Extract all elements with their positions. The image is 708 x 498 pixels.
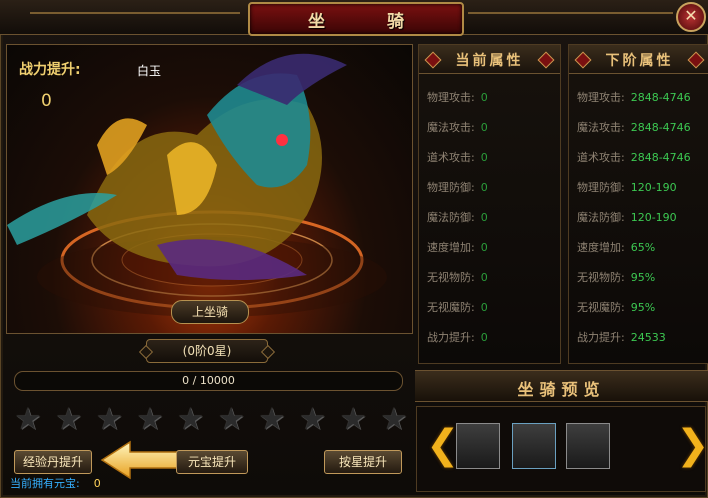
ride-mount-button[interactable]: 上坐骑 <box>171 300 249 324</box>
attribute-name: 魔法攻击: <box>577 121 625 134</box>
attribute-name: 物理防御: <box>427 181 475 194</box>
attribute-row: 物理防御: 120-190 <box>577 179 677 195</box>
attribute-row: 速度增加: 0 <box>427 239 488 255</box>
mount-thumbnail[interactable] <box>566 423 610 469</box>
attribute-row: 无视物防: 95% <box>577 269 655 285</box>
attribute-value: 0 <box>480 271 488 284</box>
attribute-value: 0 <box>480 211 488 224</box>
ingot-balance: 当前拥有元宝: 0 <box>10 475 101 491</box>
mount-thumbnail[interactable] <box>456 423 500 469</box>
attribute-value: 2848-4746 <box>630 151 691 164</box>
preview-next-arrow-icon[interactable]: ❯ <box>676 425 708 469</box>
mount-name: 白玉 <box>137 64 162 78</box>
attribute-name: 物理攻击: <box>427 91 475 104</box>
attribute-name: 无视物防: <box>427 271 475 284</box>
ingot-balance-value: 0 <box>93 477 101 490</box>
attribute-row: 魔法攻击: 0 <box>427 119 488 135</box>
window-title-plate: 坐 骑 <box>248 2 464 36</box>
attribute-row: 道术攻击: 0 <box>427 149 488 165</box>
attribute-row: 物理攻击: 2848-4746 <box>577 89 691 105</box>
attribute-name: 魔法防御: <box>577 211 625 224</box>
attribute-name: 无视魔防: <box>427 301 475 314</box>
attribute-value: 95% <box>630 301 656 314</box>
preview-prev-arrow-icon[interactable]: ❮ <box>426 425 460 469</box>
attribute-row: 无视魔防: 95% <box>577 299 655 315</box>
attribute-value: 2848-4746 <box>630 91 691 104</box>
attribute-name: 魔法攻击: <box>427 121 475 134</box>
star-icon: ★ <box>217 402 245 437</box>
attribute-value: 120-190 <box>630 211 677 224</box>
attribute-name: 无视物防: <box>577 271 625 284</box>
attribute-row: 道术攻击: 2848-4746 <box>577 149 691 165</box>
power-label: 战力提升: <box>19 62 81 78</box>
star-icon: ★ <box>380 402 408 437</box>
attribute-value: 0 <box>480 181 488 194</box>
star-icon: ★ <box>299 402 327 437</box>
mount-window: 坐 骑 ✕ 战力提升: 0 白玉 上坐骑 (0阶0星) 0 / 10000 ★ <box>0 0 708 498</box>
attribute-value: 24533 <box>630 331 666 344</box>
current-attributes-header: 当前属性 <box>419 45 560 74</box>
title-ornament-right <box>468 12 673 14</box>
arrow-left-icon <box>100 440 179 480</box>
star-upgrade-button[interactable]: 按星提升 <box>324 450 402 474</box>
star-icon: ★ <box>95 402 123 437</box>
title-bar: 坐 骑 ✕ <box>0 0 708 36</box>
star-icon: ★ <box>258 402 286 437</box>
attribute-row: 物理攻击: 0 <box>427 89 488 105</box>
mount-preview-header: 坐骑预览 <box>415 370 708 402</box>
power-value: 0 <box>41 91 52 111</box>
attribute-row: 无视魔防: 0 <box>427 299 488 315</box>
attribute-value: 0 <box>480 151 488 164</box>
attribute-value: 0 <box>480 331 488 344</box>
attribute-row: 魔法防御: 120-190 <box>577 209 677 225</box>
star-rating: ★ ★ ★ ★ ★ ★ ★ ★ ★ ★ <box>12 404 410 438</box>
attribute-row: 速度增加: 65% <box>577 239 655 255</box>
title-ornament-left <box>30 12 240 14</box>
attribute-name: 战力提升: <box>577 331 625 344</box>
ingot-upgrade-button[interactable]: 元宝提升 <box>176 450 248 474</box>
mount-thumbnail-selected[interactable] <box>512 423 556 469</box>
next-attributes-header: 下阶属性 <box>569 45 708 74</box>
attribute-row: 物理防御: 0 <box>427 179 488 195</box>
ingot-balance-label: 当前拥有元宝: <box>10 477 80 490</box>
exp-progress-text: 0 / 10000 <box>182 374 235 387</box>
attribute-value: 65% <box>630 241 656 254</box>
star-icon: ★ <box>339 402 367 437</box>
attribute-value: 120-190 <box>630 181 677 194</box>
star-icon: ★ <box>55 402 83 437</box>
next-attributes-panel: 下阶属性 物理攻击: 2848-4746 魔法攻击: 2848-4746 道术攻击: 28… <box>568 44 708 364</box>
attribute-value: 95% <box>630 271 656 284</box>
attribute-value: 0 <box>480 91 488 104</box>
attribute-name: 物理攻击: <box>577 91 625 104</box>
mount-stage: 战力提升: 0 白玉 上坐骑 <box>6 44 413 334</box>
star-icon: ★ <box>136 402 164 437</box>
attribute-name: 速度增加: <box>427 241 475 254</box>
mount-illustration <box>7 53 387 317</box>
attribute-row: 无视物防: 0 <box>427 269 488 285</box>
attribute-row: 魔法防御: 0 <box>427 209 488 225</box>
attribute-name: 道术攻击: <box>577 151 625 164</box>
attribute-name: 无视魔防: <box>577 301 625 314</box>
attribute-value: 0 <box>480 241 488 254</box>
attribute-value: 0 <box>480 121 488 134</box>
attribute-value: 0 <box>480 301 488 314</box>
current-attributes-panel: 当前属性 物理攻击: 0 魔法攻击: 0 道术攻击: 0 物理防御: 0 魔法防御: 0 速度增加:… <box>418 44 561 364</box>
attribute-value: 2848-4746 <box>630 121 691 134</box>
attribute-row: 战力提升: 24533 <box>577 329 666 345</box>
attribute-name: 魔法防御: <box>427 211 475 224</box>
exp-progress-bar: 0 / 10000 <box>14 371 403 391</box>
attribute-name: 道术攻击: <box>427 151 475 164</box>
star-icon: ★ <box>14 402 42 437</box>
attribute-name: 物理防御: <box>577 181 625 194</box>
attribute-row: 战力提升: 0 <box>427 329 488 345</box>
mount-preview-title: 坐骑预览 <box>517 380 606 399</box>
rank-plate: (0阶0星) <box>146 339 268 363</box>
exp-pill-upgrade-button[interactable]: 经验丹提升 <box>14 450 92 474</box>
star-icon: ★ <box>177 402 205 437</box>
close-button[interactable]: ✕ <box>676 2 706 32</box>
window-title: 坐 骑 <box>308 11 432 32</box>
attribute-name: 速度增加: <box>577 241 625 254</box>
attribute-name: 战力提升: <box>427 331 475 344</box>
attribute-row: 魔法攻击: 2848-4746 <box>577 119 691 135</box>
